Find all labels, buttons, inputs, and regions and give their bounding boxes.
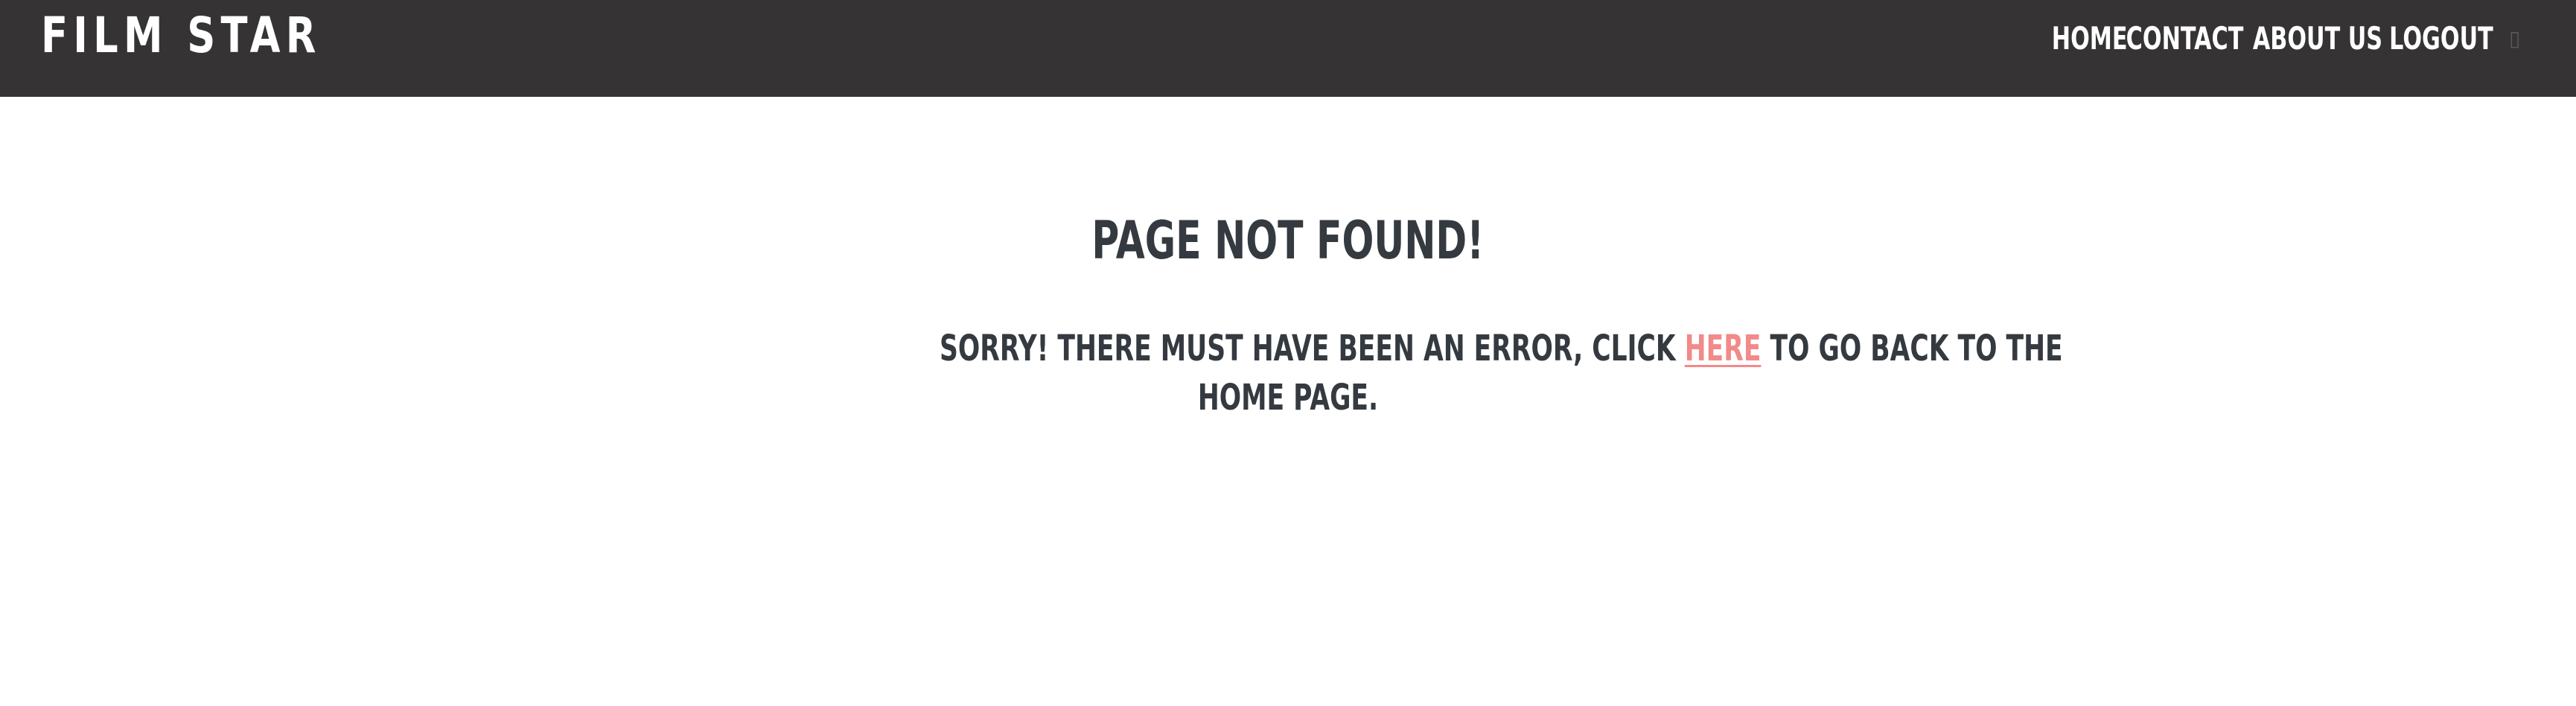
error-message-line-1: SORRY! THERE MUST HAVE BEEN AN ERROR, CL… (940, 324, 2063, 373)
nav-contact-link[interactable]: CONTACT (2126, 16, 2244, 61)
main-nav: HOME CONTACT ABOUT US LOGOUT ▯ (2037, 16, 2522, 61)
nav-home-link[interactable]: HOME (2052, 16, 2128, 61)
navbar: FILM STAR HOME CONTACT ABOUT US LOGOUT ▯ (0, 0, 2576, 97)
nav-about-us-link[interactable]: ABOUT US (2253, 16, 2382, 61)
home-page-link[interactable]: HERE (1685, 328, 1762, 369)
message-after-link: TO GO BACK TO THE (1770, 328, 2063, 369)
main-content: PAGE NOT FOUND! SORRY! THERE MUST HAVE B… (0, 97, 2576, 706)
page-title: PAGE NOT FOUND! (0, 207, 2576, 274)
error-message: SORRY! THERE MUST HAVE BEEN AN ERROR, CL… (804, 324, 2063, 422)
error-message-line-2: HOME PAGE. (1197, 377, 1379, 419)
page-title-text: PAGE NOT FOUND! (1091, 210, 1485, 271)
message-before-link: SORRY! THERE MUST HAVE BEEN AN ERROR, CL… (940, 328, 1676, 369)
brand-logo[interactable]: FILM STAR (41, 6, 322, 66)
nav-logout-link[interactable]: LOGOUT (2389, 16, 2493, 61)
nav-overflow-icon: ▯ (2509, 27, 2521, 50)
